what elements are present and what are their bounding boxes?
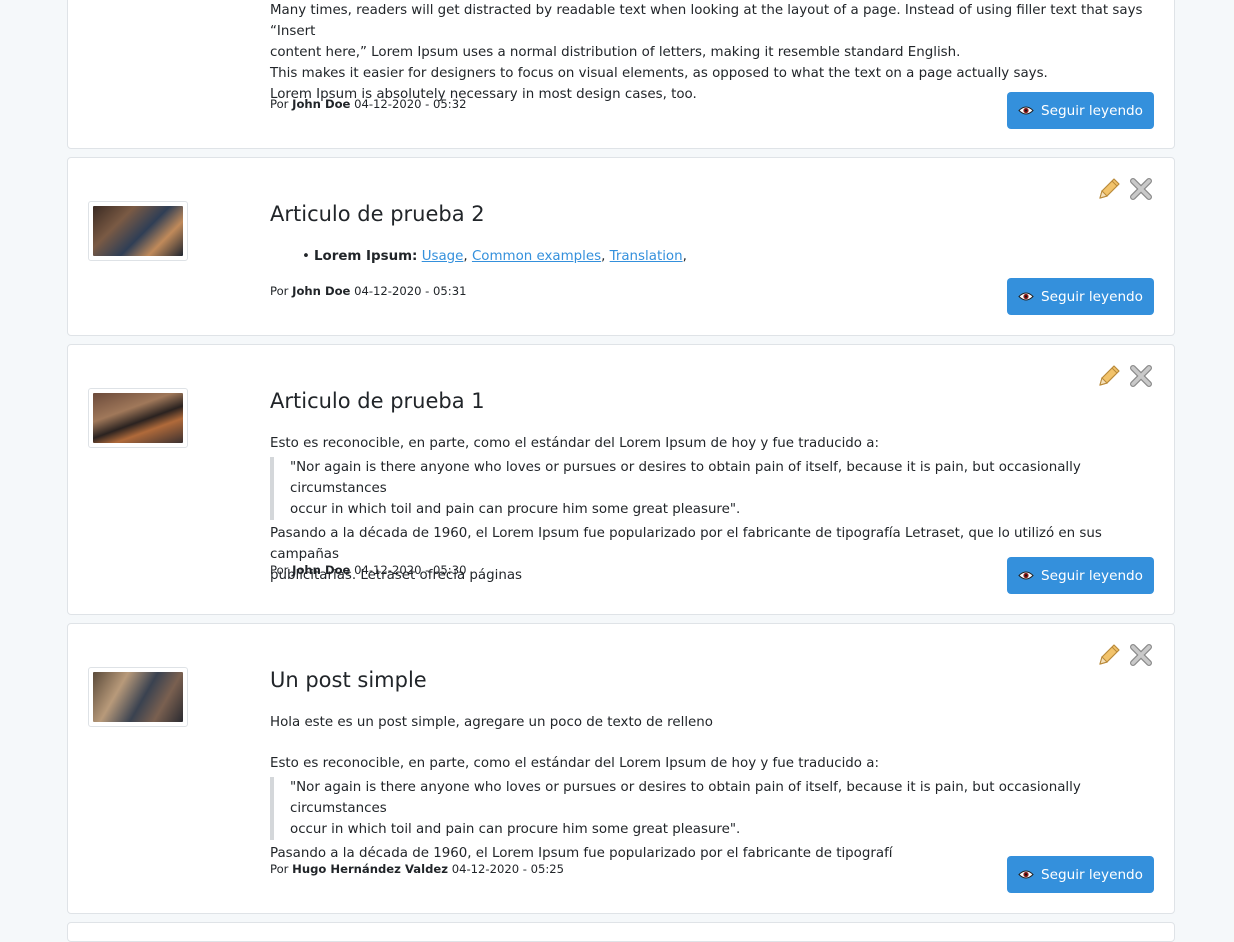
by-label: Por	[270, 97, 289, 111]
by-label: Por	[270, 862, 289, 876]
post-author[interactable]: Hugo Hernández Valdez	[292, 862, 448, 876]
link-translation[interactable]: Translation	[610, 249, 683, 264]
thumbnail-image	[93, 393, 183, 443]
post-title[interactable]: Un post simple	[270, 667, 1150, 693]
quote-line: occur in which toil and pain can procure…	[290, 502, 741, 517]
eye-icon	[1018, 291, 1034, 302]
close-icon[interactable]	[1128, 176, 1154, 202]
thumbnail-image	[93, 672, 183, 722]
quote-line: "Nor again is there anyone who loves or …	[290, 460, 1081, 496]
post-card: Un post simple Hola este es un post simp…	[67, 623, 1175, 914]
read-more-label: Seguir leyendo	[1040, 102, 1144, 119]
post-link-list: Lorem Ipsum: Usage, Common examples, Tra…	[270, 246, 1150, 267]
quote-line: "Nor again is there anyone who loves or …	[290, 780, 1081, 816]
post-thumbnail[interactable]	[88, 201, 188, 261]
post-tools	[1096, 363, 1154, 389]
list-label: Lorem Ipsum:	[314, 249, 418, 264]
post-date: 04-12-2020 - 05:32	[354, 97, 467, 111]
post-card: Articulo de prueba 1 Esto es reconocible…	[67, 344, 1175, 615]
close-icon[interactable]	[1128, 642, 1154, 668]
post-author[interactable]: John Doe	[292, 97, 350, 111]
quote-line: occur in which toil and pain can procure…	[290, 822, 741, 837]
post-date: 04-12-2020 - 05:30	[354, 563, 467, 577]
link-common-examples[interactable]: Common examples	[472, 249, 601, 264]
post-text-line: content here,” Lorem Ipsum uses a normal…	[270, 45, 961, 60]
post-date: 04-12-2020 - 05:25	[451, 862, 565, 876]
post-meta: Por Hugo Hernández Valdez 04-12-2020 - 0…	[270, 862, 564, 876]
post-tools	[1096, 176, 1154, 202]
post-card: Articulo de prueba 2 Lorem Ipsum: Usage,…	[67, 157, 1175, 336]
blockquote: "Nor again is there anyone who loves or …	[270, 777, 1150, 840]
eye-icon	[1018, 869, 1034, 880]
blockquote: "Nor again is there anyone who loves or …	[270, 457, 1150, 520]
post-body: Many times, readers will get distracted …	[270, 0, 1150, 105]
post-text: Esto es reconocible, en parte, como el e…	[270, 756, 879, 771]
read-more-label: Seguir leyendo	[1040, 567, 1144, 584]
read-more-button[interactable]: Seguir leyendo	[1007, 278, 1154, 315]
by-label: Por	[270, 563, 289, 577]
link-usage[interactable]: Usage	[422, 249, 464, 264]
read-more-button[interactable]: Seguir leyendo	[1007, 92, 1154, 129]
read-more-button[interactable]: Seguir leyendo	[1007, 856, 1154, 893]
post-text: Esto es reconocible, en parte, como el e…	[270, 436, 879, 451]
read-more-button[interactable]: Seguir leyendo	[1007, 557, 1154, 594]
post-meta: Por John Doe 04-12-2020 - 05:31	[270, 284, 466, 298]
post-card: Many times, readers will get distracted …	[67, 0, 1175, 149]
post-tools	[1096, 642, 1154, 668]
post-author[interactable]: John Doe	[292, 563, 350, 577]
post-text-line: This makes it easier for designers to fo…	[270, 66, 1048, 81]
by-label: Por	[270, 284, 289, 298]
post-date: 04-12-2020 - 05:31	[354, 284, 467, 298]
post-title[interactable]: Articulo de prueba 1	[270, 388, 1150, 414]
post-body: Un post simple Hola este es un post simp…	[270, 667, 1150, 864]
eye-icon	[1018, 105, 1034, 116]
list-item: Lorem Ipsum: Usage, Common examples, Tra…	[302, 246, 1150, 267]
post-thumbnail[interactable]	[88, 667, 188, 727]
pencil-icon[interactable]	[1096, 363, 1122, 389]
post-text: Hola este es un post simple, agregare un…	[270, 715, 713, 730]
post-thumbnail[interactable]	[88, 388, 188, 448]
pencil-icon[interactable]	[1096, 642, 1122, 668]
eye-icon	[1018, 570, 1034, 581]
thumbnail-image	[93, 206, 183, 256]
post-text-line: Many times, readers will get distracted …	[270, 3, 1143, 39]
post-meta: Por John Doe 04-12-2020 - 05:30	[270, 563, 466, 577]
post-meta: Por John Doe 04-12-2020 - 05:32	[270, 97, 466, 111]
post-title[interactable]: Articulo de prueba 2	[270, 201, 1150, 227]
post-author[interactable]: John Doe	[292, 284, 350, 298]
read-more-label: Seguir leyendo	[1040, 288, 1144, 305]
post-body: Articulo de prueba 2 Lorem Ipsum: Usage,…	[270, 201, 1150, 267]
pencil-icon[interactable]	[1096, 176, 1122, 202]
post-card	[67, 922, 1175, 942]
read-more-label: Seguir leyendo	[1040, 866, 1144, 883]
close-icon[interactable]	[1128, 363, 1154, 389]
